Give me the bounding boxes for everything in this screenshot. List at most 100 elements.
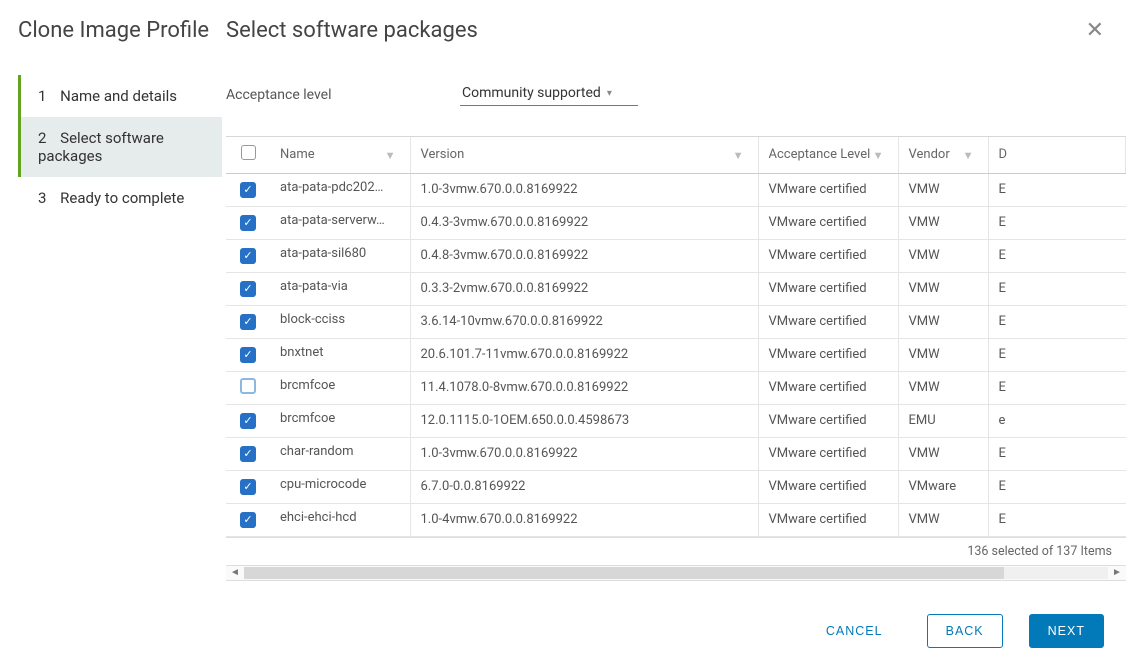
filter-icon[interactable]: ▼	[385, 149, 396, 162]
cell-version: 20.6.101.7-11vmw.670.0.0.8169922	[410, 338, 758, 371]
row-checkbox[interactable]: ✓	[240, 281, 256, 297]
packages-table: Name▼ Version▼ Acceptance Level▼ Vendor▼…	[226, 137, 1126, 537]
cell-last: E	[988, 503, 1126, 536]
page-title: Select software packages	[226, 18, 1102, 43]
packages-tbody: ✓ ata-pata-pdc202… 1.0-3vmw.670.0.0.816992…	[226, 173, 1126, 536]
acceptance-level-select[interactable]: Community supported ▾	[460, 83, 638, 106]
wizard-step-name-details[interactable]: 1 Name and details	[18, 75, 222, 117]
step-label: Ready to complete	[60, 189, 184, 207]
cell-acceptance: VMware certified	[758, 338, 898, 371]
cell-acceptance: VMware certified	[758, 371, 898, 404]
row-checkbox[interactable]: ✓	[240, 413, 256, 429]
dialog-footer: CANCEL BACK NEXT	[222, 594, 1126, 672]
cell-acceptance: VMware certified	[758, 503, 898, 536]
row-checkbox[interactable]: ✓	[240, 446, 256, 462]
filter-icon[interactable]: ▼	[873, 149, 884, 162]
cell-last: E	[988, 239, 1126, 272]
cell-last: E	[988, 305, 1126, 338]
step-number: 2	[38, 129, 46, 147]
table-row: ✓ehci-ehci-hcd1.0-4vmw.670.0.0.8169922VM…	[226, 503, 1126, 536]
cell-acceptance: VMware certified	[758, 437, 898, 470]
checkbox-icon	[241, 145, 256, 160]
table-row: ✓ bnxtnet 20.6.101.7-11vmw.670.0.0.8169922…	[226, 338, 1126, 371]
horizontal-scrollbar[interactable]: ◄ ►	[226, 565, 1126, 581]
header-name[interactable]: Name▼	[270, 137, 410, 173]
wizard-steps: 1 Name and details 2 Select software pac…	[18, 75, 222, 219]
cell-name: cpu-microcode	[280, 477, 366, 492]
cell-vendor: VMW	[898, 239, 988, 272]
cell-acceptance: VMware certified	[758, 404, 898, 437]
cell-last: E	[988, 470, 1126, 503]
row-checkbox[interactable]: ✓	[240, 512, 256, 528]
cell-version: 11.4.1078.0-8vmw.670.0.0.8169922	[410, 371, 758, 404]
cell-vendor: VMW	[898, 305, 988, 338]
cell-last: E	[988, 338, 1126, 371]
acceptance-level-label: Acceptance level	[226, 87, 460, 103]
filter-icon[interactable]: ▼	[963, 149, 974, 162]
header-vendor[interactable]: Vendor▼	[898, 137, 988, 173]
row-checkbox[interactable]: ✓	[240, 314, 256, 330]
cell-name: block-cciss	[280, 312, 345, 327]
cell-vendor: VMware	[898, 470, 988, 503]
row-checkbox[interactable]: ✓	[240, 479, 256, 495]
close-icon[interactable]: ✕	[1086, 18, 1104, 43]
table-row: ✓ata-pata-serverw…0.4.3-3vmw.670.0.0.816…	[226, 206, 1126, 239]
cell-vendor: VMW	[898, 503, 988, 536]
cell-version: 0.4.8-3vmw.670.0.0.8169922	[410, 239, 758, 272]
wizard-step-select-packages[interactable]: 2 Select software packages	[18, 117, 222, 177]
wizard-title: Clone Image Profile	[18, 18, 222, 43]
cell-name: ata-pata-sil680	[280, 246, 366, 261]
step-label: Select software packages	[38, 129, 164, 165]
table-row: brcmfcoe 11.4.1078.0-8vmw.670.0.0.8169922…	[226, 371, 1126, 404]
cell-vendor: VMW	[898, 206, 988, 239]
cell-last: E	[988, 371, 1126, 404]
scroll-right-icon[interactable]: ►	[1108, 567, 1126, 578]
cell-name: ata-pata-pdc202…	[280, 180, 383, 195]
header-select-all[interactable]	[226, 137, 270, 173]
wizard-sidebar: Clone Image Profile 1 Name and details 2…	[0, 0, 222, 672]
acceptance-filter-row: Acceptance level Community supported ▾	[222, 83, 1126, 136]
next-button[interactable]: NEXT	[1029, 614, 1104, 648]
header-acceptance[interactable]: Acceptance Level▼	[758, 137, 898, 173]
row-checkbox[interactable]: ✓	[240, 347, 256, 363]
filter-icon[interactable]: ▼	[733, 149, 744, 162]
table-row: ✓char-random1.0-3vmw.670.0.0.8169922VMwa…	[226, 437, 1126, 470]
cell-acceptance: VMware certified	[758, 239, 898, 272]
back-button[interactable]: BACK	[927, 614, 1003, 648]
main-panel: ✕ Select software packages Acceptance le…	[222, 0, 1126, 672]
cell-vendor: VMW	[898, 437, 988, 470]
cell-name: ehci-ehci-hcd	[280, 510, 357, 525]
cell-name: char-random	[280, 444, 354, 459]
cell-acceptance: VMware certified	[758, 470, 898, 503]
cell-last: E	[988, 173, 1126, 206]
cancel-button[interactable]: CANCEL	[808, 615, 901, 647]
table-row: ✓ ata-pata-sil680 0.4.8-3vmw.670.0.0.81699…	[226, 239, 1126, 272]
cell-acceptance: VMware certified	[758, 272, 898, 305]
cell-name: ata-pata-serverw…	[280, 213, 385, 228]
table-row: ✓block-cciss3.6.14-10vmw.670.0.0.8169922…	[226, 305, 1126, 338]
step-label: Name and details	[60, 87, 177, 105]
wizard-step-ready[interactable]: 3 Ready to complete	[18, 177, 222, 219]
cell-name: ata-pata-via	[280, 279, 348, 294]
cell-version: 0.3.3-2vmw.670.0.0.8169922	[410, 272, 758, 305]
row-checkbox[interactable]	[240, 378, 256, 394]
scroll-left-icon[interactable]: ◄	[226, 567, 244, 578]
cell-last: e	[988, 404, 1126, 437]
chevron-down-icon: ▾	[607, 88, 612, 99]
table-status: 136 selected of 137 Items	[226, 537, 1126, 565]
cell-name: bnxtnet	[280, 345, 324, 360]
row-checkbox[interactable]: ✓	[240, 215, 256, 231]
row-checkbox[interactable]: ✓	[240, 182, 256, 198]
cell-name: brcmfcoe	[280, 378, 335, 393]
scroll-track[interactable]	[244, 567, 1108, 579]
table-header-row: Name▼ Version▼ Acceptance Level▼ Vendor▼…	[226, 137, 1126, 173]
cell-version: 12.0.1115.0-1OEM.650.0.0.4598673	[410, 404, 758, 437]
row-checkbox[interactable]: ✓	[240, 248, 256, 264]
header-version[interactable]: Version▼	[410, 137, 758, 173]
cell-vendor: EMU	[898, 404, 988, 437]
scroll-thumb[interactable]	[244, 567, 1004, 579]
header-last[interactable]: D	[988, 137, 1126, 173]
cell-version: 1.0-3vmw.670.0.0.8169922	[410, 173, 758, 206]
cell-acceptance: VMware certified	[758, 206, 898, 239]
packages-table-wrap: Name▼ Version▼ Acceptance Level▼ Vendor▼…	[226, 136, 1126, 581]
